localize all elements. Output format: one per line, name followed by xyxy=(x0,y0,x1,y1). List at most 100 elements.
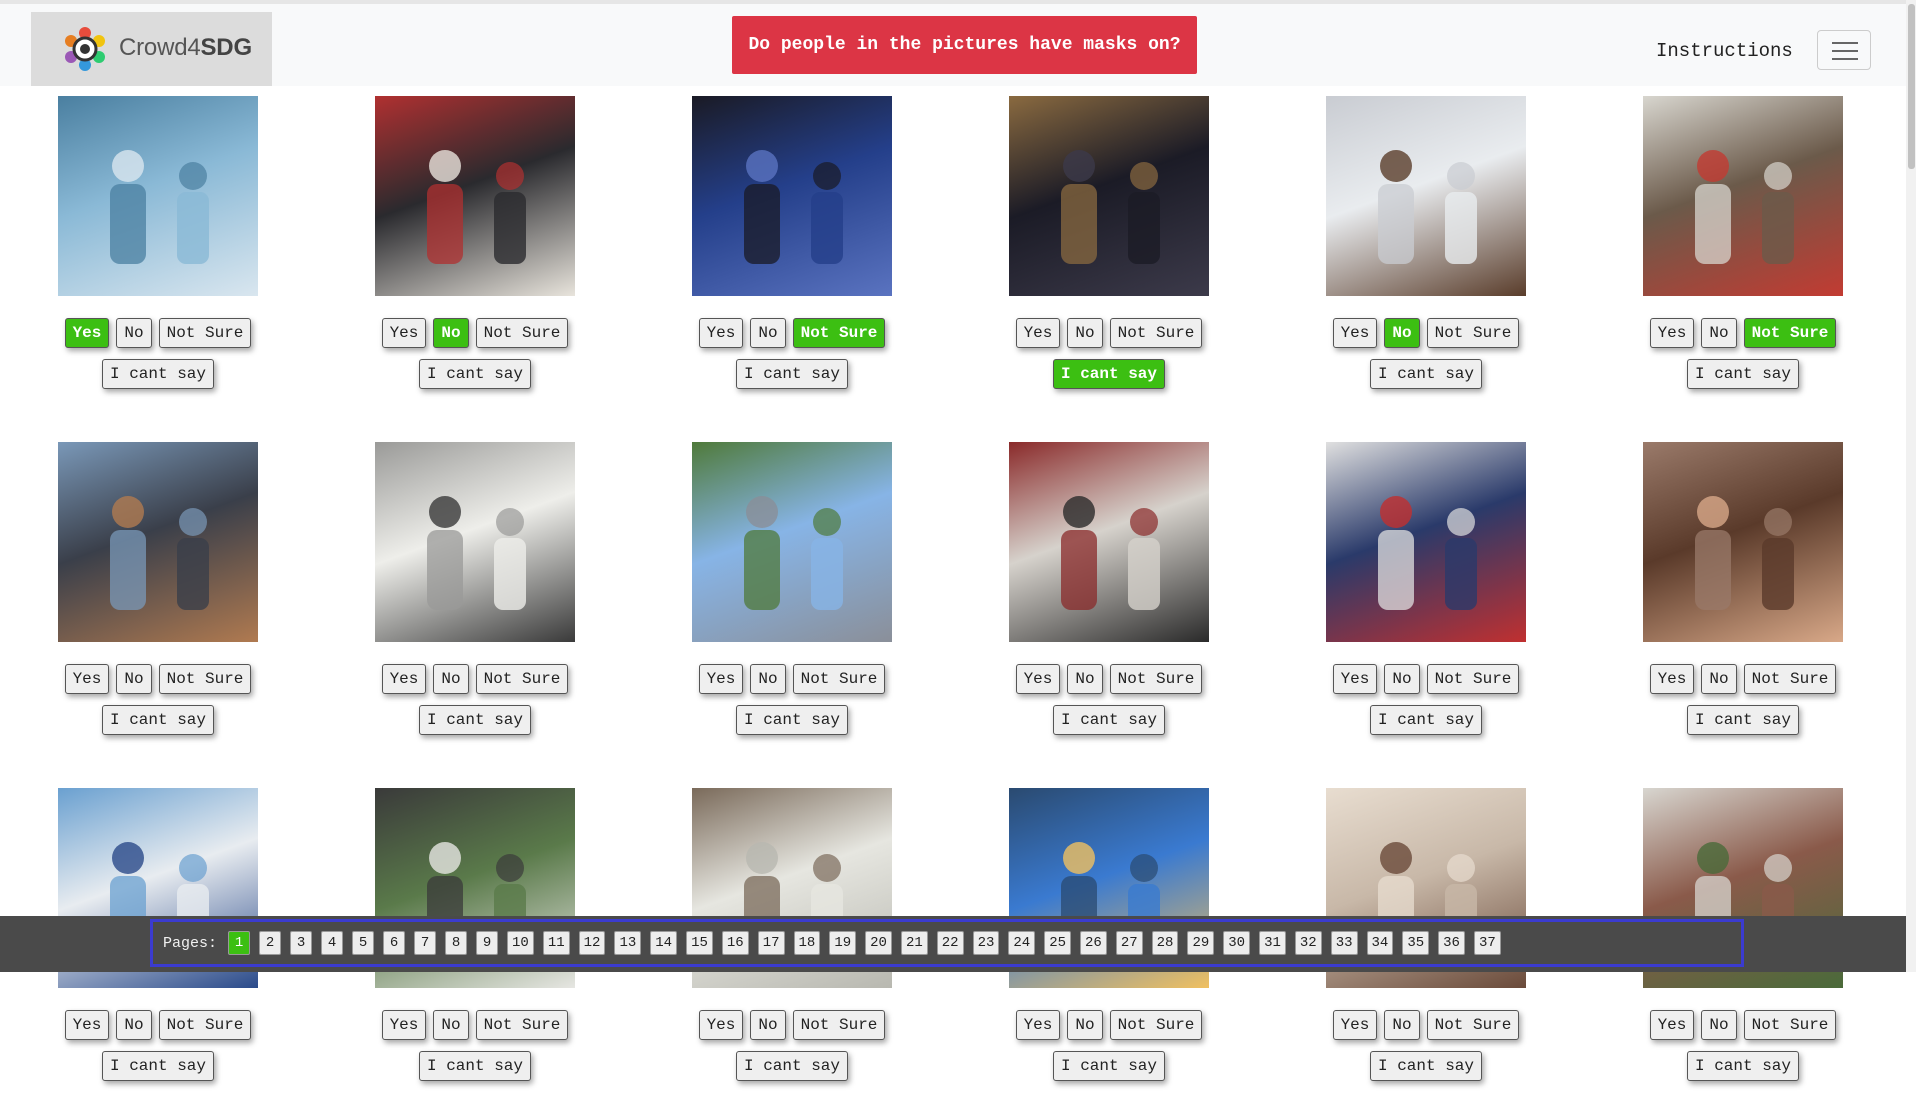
page-37-button[interactable]: 37 xyxy=(1473,931,1501,955)
answer-not-sure-button[interactable]: Not Sure xyxy=(1743,1010,1837,1040)
page-32-button[interactable]: 32 xyxy=(1294,931,1322,955)
answer-no-button[interactable]: No xyxy=(116,318,152,348)
page-18-button[interactable]: 18 xyxy=(793,931,821,955)
image-thumbnail[interactable] xyxy=(375,96,575,296)
page-5-button[interactable]: 5 xyxy=(352,931,375,955)
answer-not-sure-button[interactable]: Not Sure xyxy=(158,664,252,694)
answer-yes-button[interactable]: Yes xyxy=(1332,1010,1378,1040)
page-15-button[interactable]: 15 xyxy=(686,931,713,955)
page-33-button[interactable]: 33 xyxy=(1330,931,1358,955)
page-36-button[interactable]: 36 xyxy=(1438,931,1465,955)
answer-not-sure-button[interactable]: Not Sure xyxy=(1743,664,1837,694)
page-16-button[interactable]: 16 xyxy=(721,931,749,955)
answer-no-button[interactable]: No xyxy=(433,664,469,694)
page-20-button[interactable]: 20 xyxy=(865,931,892,955)
answer-no-button[interactable]: No xyxy=(433,318,469,348)
page-11-button[interactable]: 11 xyxy=(542,931,570,955)
brand[interactable]: Crowd4SDG xyxy=(31,12,272,86)
answer-cant-say-button[interactable]: I cant say xyxy=(1369,1051,1482,1081)
scrollbar-thumb[interactable] xyxy=(1908,4,1915,169)
page-12-button[interactable]: 12 xyxy=(578,931,606,955)
answer-not-sure-button[interactable]: Not Sure xyxy=(792,1010,886,1040)
page-7-button[interactable]: 7 xyxy=(414,931,437,955)
answer-cant-say-button[interactable]: I cant say xyxy=(1686,705,1799,735)
answer-yes-button[interactable]: Yes xyxy=(1015,1010,1061,1040)
answer-no-button[interactable]: No xyxy=(1701,318,1737,348)
image-thumbnail[interactable] xyxy=(1009,442,1209,642)
page-30-button[interactable]: 30 xyxy=(1223,931,1251,955)
page-17-button[interactable]: 17 xyxy=(757,931,785,955)
answer-not-sure-button[interactable]: Not Sure xyxy=(1109,664,1203,694)
page-2-button[interactable]: 2 xyxy=(259,931,282,955)
page-31-button[interactable]: 31 xyxy=(1259,931,1286,955)
page-4-button[interactable]: 4 xyxy=(321,931,344,955)
answer-cant-say-button[interactable]: I cant say xyxy=(101,1051,214,1081)
answer-no-button[interactable]: No xyxy=(1384,664,1420,694)
answer-yes-button[interactable]: Yes xyxy=(698,318,744,348)
answer-yes-button[interactable]: Yes xyxy=(381,318,427,348)
answer-no-button[interactable]: No xyxy=(1701,1010,1737,1040)
answer-not-sure-button[interactable]: Not Sure xyxy=(158,318,252,348)
page-3-button[interactable]: 3 xyxy=(290,931,313,955)
answer-no-button[interactable]: No xyxy=(1067,318,1103,348)
image-thumbnail[interactable] xyxy=(375,442,575,642)
answer-cant-say-button[interactable]: I cant say xyxy=(418,1051,531,1081)
answer-no-button[interactable]: No xyxy=(116,664,152,694)
answer-yes-button[interactable]: Yes xyxy=(64,1010,110,1040)
answer-no-button[interactable]: No xyxy=(433,1010,469,1040)
answer-yes-button[interactable]: Yes xyxy=(381,664,427,694)
answer-not-sure-button[interactable]: Not Sure xyxy=(1109,318,1203,348)
answer-yes-button[interactable]: Yes xyxy=(698,1010,744,1040)
answer-cant-say-button[interactable]: I cant say xyxy=(1369,359,1482,389)
page-21-button[interactable]: 21 xyxy=(900,931,928,955)
image-thumbnail[interactable] xyxy=(58,96,258,296)
page-19-button[interactable]: 19 xyxy=(829,931,857,955)
page-25-button[interactable]: 25 xyxy=(1044,931,1072,955)
answer-yes-button[interactable]: Yes xyxy=(1332,318,1378,348)
answer-yes-button[interactable]: Yes xyxy=(381,1010,427,1040)
answer-no-button[interactable]: No xyxy=(116,1010,152,1040)
answer-cant-say-button[interactable]: I cant say xyxy=(101,705,214,735)
answer-cant-say-button[interactable]: I cant say xyxy=(418,359,531,389)
answer-cant-say-button[interactable]: I cant say xyxy=(1052,359,1165,389)
page-1-button[interactable]: 1 xyxy=(228,931,251,955)
page-10-button[interactable]: 10 xyxy=(507,931,534,955)
instructions-link[interactable]: Instructions xyxy=(1656,40,1793,62)
image-thumbnail[interactable] xyxy=(1643,96,1843,296)
image-thumbnail[interactable] xyxy=(58,442,258,642)
page-9-button[interactable]: 9 xyxy=(476,931,499,955)
answer-cant-say-button[interactable]: I cant say xyxy=(1369,705,1482,735)
answer-yes-button[interactable]: Yes xyxy=(1015,664,1061,694)
page-34-button[interactable]: 34 xyxy=(1366,931,1394,955)
answer-not-sure-button[interactable]: Not Sure xyxy=(792,664,886,694)
answer-no-button[interactable]: No xyxy=(1067,1010,1103,1040)
answer-no-button[interactable]: No xyxy=(1701,664,1737,694)
answer-cant-say-button[interactable]: I cant say xyxy=(1052,1051,1165,1081)
answer-cant-say-button[interactable]: I cant say xyxy=(735,1051,848,1081)
page-8-button[interactable]: 8 xyxy=(445,931,468,955)
answer-yes-button[interactable]: Yes xyxy=(1649,1010,1695,1040)
answer-no-button[interactable]: No xyxy=(750,664,786,694)
image-thumbnail[interactable] xyxy=(1643,442,1843,642)
page-24-button[interactable]: 24 xyxy=(1008,931,1036,955)
answer-cant-say-button[interactable]: I cant say xyxy=(101,359,214,389)
answer-not-sure-button[interactable]: Not Sure xyxy=(1426,1010,1520,1040)
page-27-button[interactable]: 27 xyxy=(1115,931,1143,955)
page-14-button[interactable]: 14 xyxy=(650,931,678,955)
answer-yes-button[interactable]: Yes xyxy=(64,664,110,694)
answer-yes-button[interactable]: Yes xyxy=(1332,664,1378,694)
answer-not-sure-button[interactable]: Not Sure xyxy=(1109,1010,1203,1040)
page-6-button[interactable]: 6 xyxy=(383,931,406,955)
answer-not-sure-button[interactable]: Not Sure xyxy=(475,318,569,348)
answer-no-button[interactable]: No xyxy=(750,318,786,348)
page-22-button[interactable]: 22 xyxy=(936,931,964,955)
answer-no-button[interactable]: No xyxy=(750,1010,786,1040)
answer-cant-say-button[interactable]: I cant say xyxy=(1686,359,1799,389)
menu-toggle-button[interactable] xyxy=(1817,30,1871,70)
page-23-button[interactable]: 23 xyxy=(972,931,1000,955)
answer-not-sure-button[interactable]: Not Sure xyxy=(158,1010,252,1040)
answer-yes-button[interactable]: Yes xyxy=(698,664,744,694)
answer-not-sure-button[interactable]: Not Sure xyxy=(475,1010,569,1040)
image-thumbnail[interactable] xyxy=(1009,96,1209,296)
answer-yes-button[interactable]: Yes xyxy=(64,318,110,348)
